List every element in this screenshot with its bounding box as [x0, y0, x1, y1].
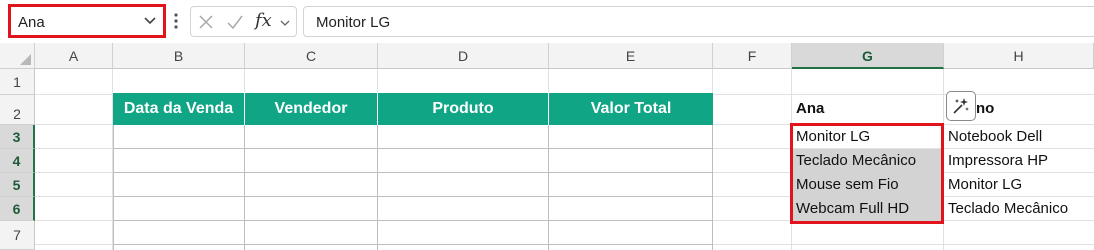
- close-icon[interactable]: [197, 13, 215, 31]
- table-header-valor-total[interactable]: Valor Total: [549, 93, 713, 125]
- check-icon[interactable]: [226, 13, 244, 31]
- chevron-down-icon[interactable]: [279, 17, 291, 29]
- column-header-b[interactable]: B: [113, 43, 245, 69]
- vertical-dots-icon[interactable]: [172, 11, 180, 31]
- column-header-e[interactable]: E: [549, 43, 713, 69]
- row-header-3[interactable]: 3: [0, 125, 35, 149]
- select-all-corner[interactable]: [0, 43, 35, 69]
- column-header-h[interactable]: H: [944, 43, 1094, 69]
- column-header-g[interactable]: G: [792, 43, 944, 69]
- quick-analysis-button[interactable]: [946, 91, 976, 121]
- row-header-5[interactable]: 5: [0, 173, 35, 197]
- name-box-value: Ana: [18, 14, 45, 31]
- row-header-2[interactable]: 2: [0, 95, 35, 125]
- column-header-c[interactable]: C: [245, 43, 378, 69]
- cell-h6[interactable]: Teclado Mecânico: [948, 200, 1068, 217]
- cell-h2[interactable]: no: [976, 100, 994, 117]
- column-header-a[interactable]: A: [35, 43, 113, 69]
- formula-input[interactable]: Monitor LG: [303, 6, 1094, 37]
- cell-h5[interactable]: Monitor LG: [948, 176, 1022, 193]
- name-box[interactable]: Ana: [8, 4, 166, 38]
- highlight-box: [790, 123, 944, 224]
- chevron-down-icon[interactable]: [143, 13, 157, 27]
- table-header-data-da-venda[interactable]: Data da Venda: [113, 93, 245, 125]
- formula-value: Monitor LG: [316, 14, 391, 31]
- formula-buttons: fx: [190, 6, 297, 37]
- column-header-f[interactable]: F: [713, 43, 792, 69]
- cell-h4[interactable]: Impressora HP: [948, 152, 1048, 169]
- row-header-4[interactable]: 4: [0, 149, 35, 173]
- table-header-vendedor[interactable]: Vendedor: [245, 93, 378, 125]
- table-header-produto[interactable]: Produto: [378, 93, 549, 125]
- cell-g2[interactable]: Ana: [796, 100, 824, 117]
- row-header-1[interactable]: 1: [0, 69, 35, 95]
- formula-bar: Ana fx Monitor LG: [0, 0, 1094, 43]
- cell-h3[interactable]: Notebook Dell: [948, 128, 1042, 145]
- row-header-6[interactable]: 6: [0, 197, 35, 221]
- column-header-d[interactable]: D: [378, 43, 549, 69]
- row-header-7[interactable]: 7: [0, 221, 35, 250]
- fx-icon[interactable]: fx: [255, 10, 272, 31]
- sparkle-icon: [953, 98, 969, 114]
